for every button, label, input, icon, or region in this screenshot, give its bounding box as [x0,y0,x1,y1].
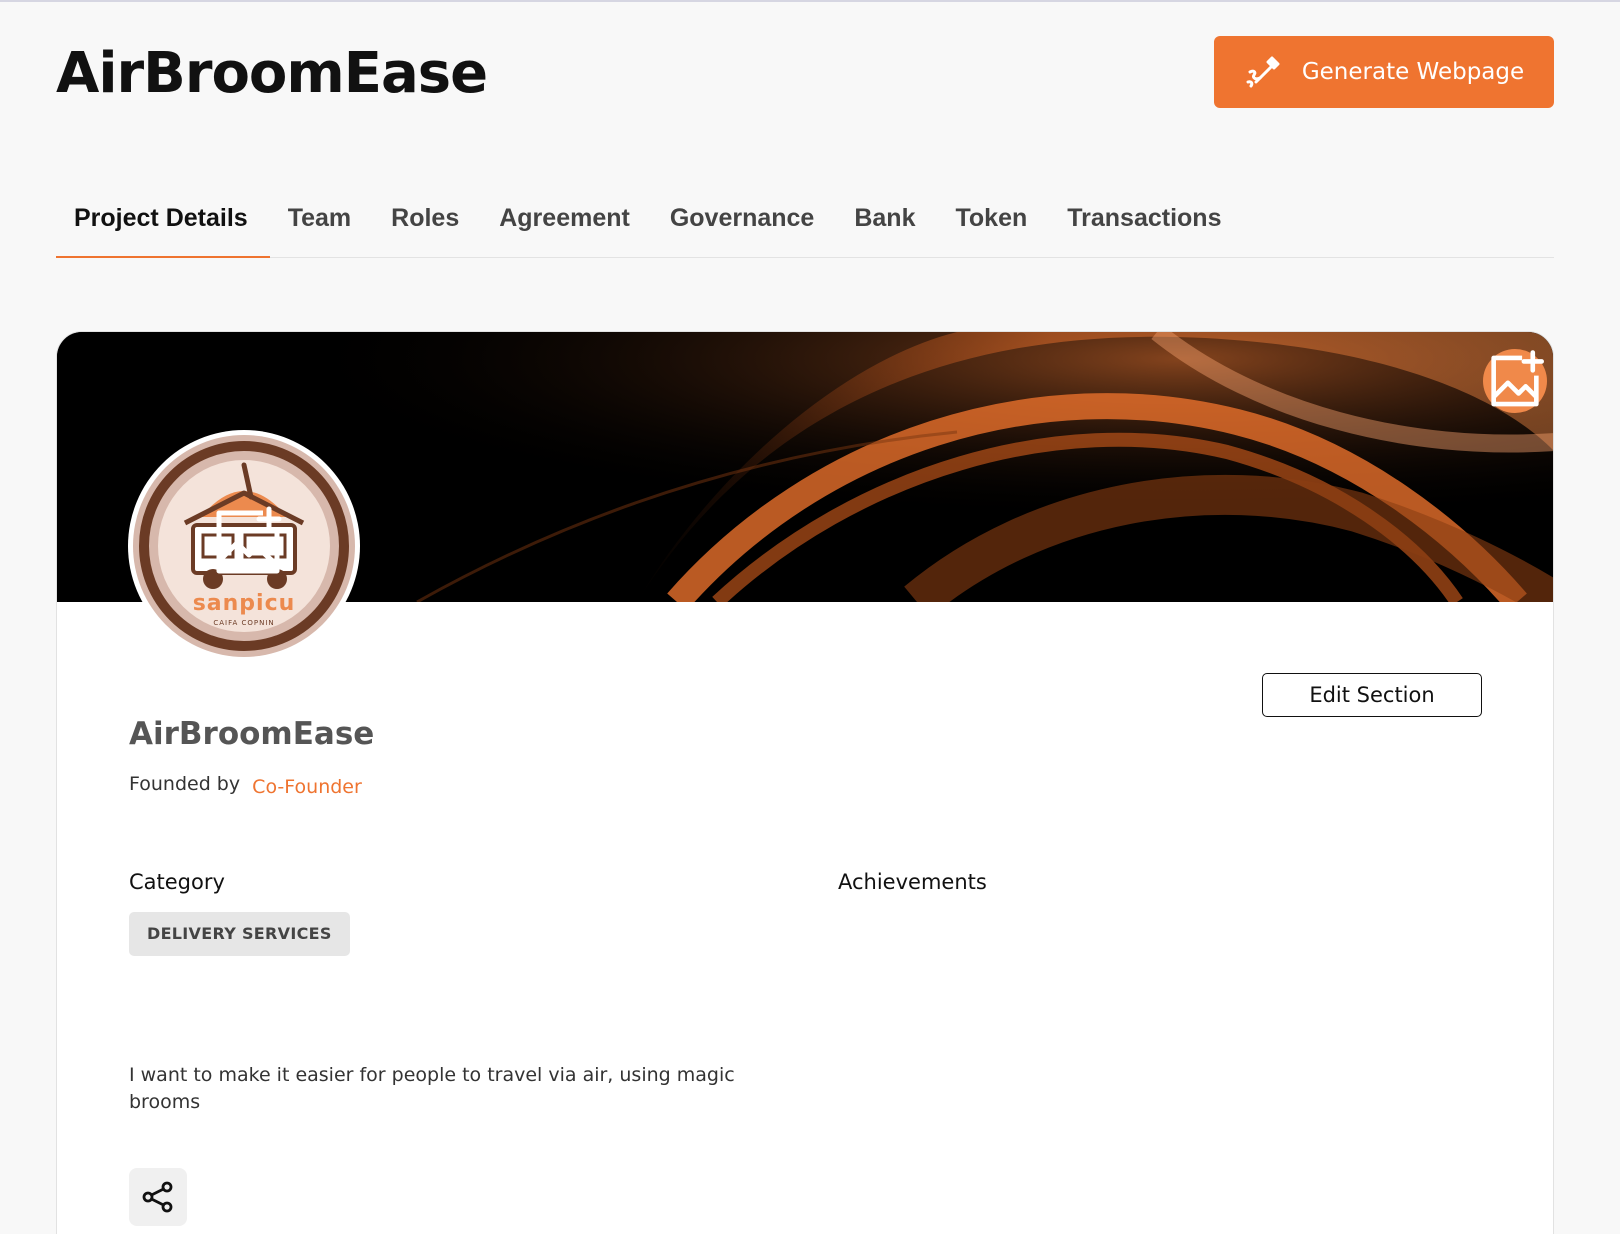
project-details-card: sanpicu CAIFA COPNIN Edit Section AirBro… [56,331,1554,1234]
magic-wand-icon [1246,56,1280,88]
avatar-tagline-text: CAIFA COPNIN [213,619,275,627]
achievements-label: Achievements [838,870,987,894]
generate-webpage-button[interactable]: Generate Webpage [1214,36,1554,108]
page-title: AirBroomEase [56,41,488,106]
founded-by: Founded by Co-Founder [129,773,362,798]
share-icon [142,1181,173,1213]
category-label: Category [129,870,225,894]
project-name: AirBroomEase [129,716,375,752]
category-chip: DELIVERY SERVICES [129,912,350,956]
top-divider [0,0,1620,2]
edit-section-button[interactable]: Edit Section [1262,673,1482,717]
project-avatar[interactable]: sanpicu CAIFA COPNIN [128,430,360,662]
tab-token[interactable]: Token [937,194,1049,258]
tab-bar: Project Details Team Roles Agreement Gov… [56,194,1554,258]
tab-governance[interactable]: Governance [652,194,837,258]
share-button[interactable] [129,1168,187,1226]
add-image-icon [1491,350,1544,407]
tab-project-details[interactable]: Project Details [56,194,270,258]
change-banner-button[interactable] [1483,349,1547,413]
page-header: AirBroomEase Generate Webpage [56,36,1554,108]
tab-bank[interactable]: Bank [836,194,937,258]
tab-team[interactable]: Team [270,194,373,258]
founder-link[interactable]: Co-Founder [252,776,362,798]
founded-by-label: Founded by [129,773,241,795]
avatar-brand-text: sanpicu [192,591,296,616]
project-description: I want to make it easier for people to t… [129,1064,735,1113]
generate-webpage-label: Generate Webpage [1301,59,1525,85]
tab-agreement[interactable]: Agreement [481,194,652,258]
tab-roles[interactable]: Roles [373,194,481,258]
tab-transactions[interactable]: Transactions [1049,194,1243,258]
